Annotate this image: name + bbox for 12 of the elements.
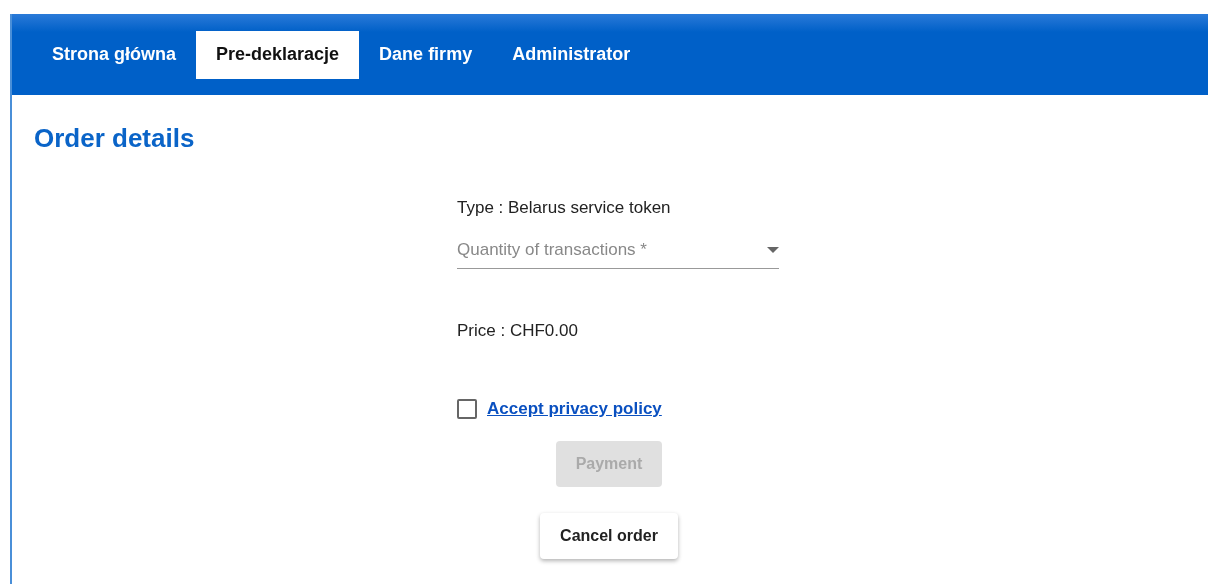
nav-tab[interactable]: Strona główna (32, 30, 196, 79)
caret-icon (767, 247, 779, 253)
privacy-policy-link[interactable]: Accept privacy policy (487, 399, 662, 419)
type-text: Type : Belarus service token (457, 198, 672, 218)
price-text: Price : CHF0.00 (457, 321, 579, 341)
nav-tab[interactable]: Administrator (492, 30, 651, 79)
cancel-order-button[interactable]: Cancel order (540, 513, 678, 559)
page-title: Order details (34, 123, 196, 154)
nav-tab[interactable]: Pre-deklaracje (196, 30, 360, 79)
privacy-checkbox[interactable] (457, 399, 477, 419)
nav-tab[interactable]: Dane firmy (359, 30, 493, 79)
quantity-select[interactable]: Quantity of transactions * (457, 240, 779, 269)
